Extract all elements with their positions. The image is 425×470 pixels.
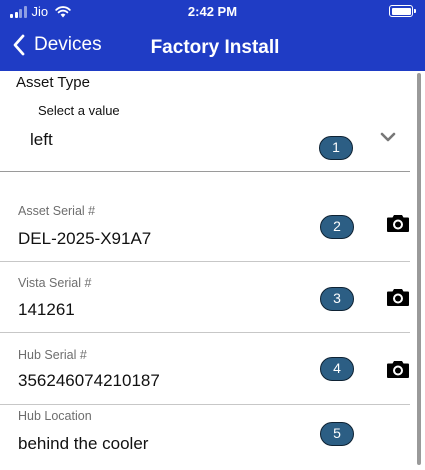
field-value: 141261: [18, 300, 75, 319]
asset-type-label: Asset Type: [16, 74, 90, 91]
field-label: Vista Serial #: [18, 276, 92, 290]
asset-type-select[interactable]: Select a value left 1: [0, 98, 410, 172]
nav-bar: Devices Factory Install: [0, 28, 425, 68]
scroll-indicator[interactable]: [417, 73, 421, 465]
page-title: Factory Install: [150, 37, 280, 58]
field-badge: 4: [320, 357, 354, 381]
field-value: 356246074210187: [18, 371, 160, 390]
hub-serial-field[interactable]: Hub Serial # 356246074210187 4: [0, 333, 410, 405]
field-value: behind the cooler: [18, 434, 149, 453]
asset-serial-field[interactable]: Asset Serial # DEL-2025-X91A7 2: [0, 198, 410, 262]
select-placeholder: Select a value: [38, 103, 120, 118]
status-time: 2:42 PM: [187, 4, 238, 19]
status-bar: Jio 2:42 PM: [0, 0, 425, 24]
field-badge: 5: [320, 422, 354, 446]
app-header: Jio 2:42 PM Devices Factory Install: [0, 0, 425, 71]
field-badge: 3: [320, 287, 354, 311]
field-label: Hub Serial #: [18, 348, 87, 362]
camera-icon[interactable]: [386, 287, 410, 307]
camera-icon[interactable]: [386, 359, 410, 379]
camera-icon[interactable]: [386, 213, 410, 233]
field-label: Hub Location: [18, 409, 92, 423]
field-label: Asset Serial #: [18, 204, 96, 218]
battery-icon: [389, 5, 416, 17]
field-badge: 1: [319, 136, 353, 160]
select-value: left: [30, 130, 53, 149]
vista-serial-field[interactable]: Vista Serial # 141261 3: [0, 262, 410, 333]
chevron-down-icon: [380, 132, 396, 142]
hub-location-field[interactable]: Hub Location behind the cooler 5: [0, 405, 410, 470]
field-badge: 2: [320, 215, 354, 239]
field-value: DEL-2025-X91A7: [18, 229, 152, 248]
